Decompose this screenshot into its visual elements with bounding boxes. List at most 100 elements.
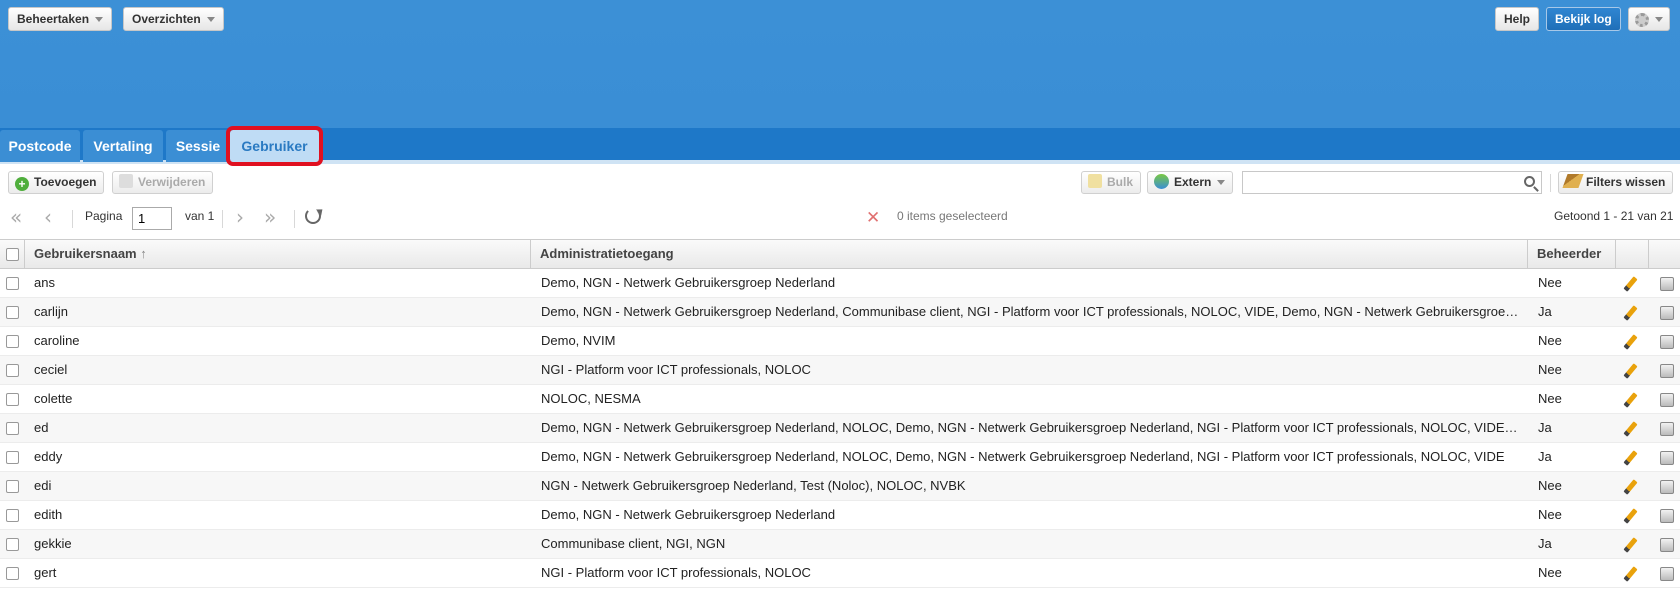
access-cell: NOLOC, NESMA bbox=[541, 391, 641, 406]
table-row[interactable]: ed Demo, NGN - Netwerk Gebruikersgroep Ne… bbox=[0, 414, 1680, 443]
clear-selection-icon[interactable]: ✕ bbox=[866, 208, 880, 228]
admin-cell: Nee bbox=[1538, 275, 1562, 290]
table-row[interactable]: edi NGN - Netwerk Gebruikersgroep Nederla… bbox=[0, 472, 1680, 501]
table-row[interactable]: colette NOLOC, NESMA Nee bbox=[0, 385, 1680, 414]
last-page-icon[interactable]: » bbox=[264, 207, 276, 227]
settings-menu-button[interactable] bbox=[1628, 7, 1670, 31]
admin-cell: Nee bbox=[1538, 362, 1562, 377]
trash-icon[interactable] bbox=[1660, 451, 1674, 465]
trash-icon[interactable] bbox=[1660, 393, 1674, 407]
table-row[interactable]: caroline Demo, NVIM Nee bbox=[0, 327, 1680, 356]
username-cell: edith bbox=[34, 507, 63, 522]
tab-sessie[interactable]: Sessie bbox=[166, 130, 230, 162]
admin-cell: Ja bbox=[1538, 304, 1552, 319]
edit-icon[interactable] bbox=[1623, 392, 1638, 408]
edit-icon[interactable] bbox=[1623, 479, 1638, 495]
tab-gebruiker[interactable]: Gebruiker bbox=[226, 126, 323, 166]
beheertaken-label: Beheertaken bbox=[17, 12, 90, 26]
sort-asc-icon: ↑ bbox=[140, 246, 147, 261]
admin-cell: Ja bbox=[1538, 449, 1552, 464]
tab-vertaling[interactable]: Vertaling bbox=[83, 130, 163, 162]
username-cell: edi bbox=[34, 478, 52, 493]
add-label: Toevoegen bbox=[34, 175, 97, 189]
bulk-button[interactable]: Bulk bbox=[1081, 171, 1142, 194]
table-row[interactable]: gert NGI - Platform voor ICT professional… bbox=[0, 559, 1680, 588]
trash-icon[interactable] bbox=[1660, 538, 1674, 552]
edit-icon[interactable] bbox=[1623, 363, 1638, 379]
edit-icon[interactable] bbox=[1623, 305, 1638, 321]
access-cell: Demo, NGN - Netwerk Gebruikersgroep Nede… bbox=[541, 507, 836, 522]
pager-divider bbox=[72, 210, 73, 228]
edit-icon[interactable] bbox=[1623, 508, 1638, 524]
admin-cell: Nee bbox=[1538, 333, 1562, 348]
trash-icon[interactable] bbox=[1660, 422, 1674, 436]
edit-icon[interactable] bbox=[1623, 276, 1638, 292]
search-input[interactable] bbox=[1243, 172, 1513, 193]
edit-icon[interactable] bbox=[1623, 421, 1638, 437]
search-icon[interactable] bbox=[1524, 176, 1535, 187]
prev-page-icon[interactable]: ‹ bbox=[44, 207, 52, 227]
view-log-button[interactable]: Bekijk log bbox=[1546, 7, 1621, 31]
delete-label: Verwijderen bbox=[138, 175, 206, 189]
row-checkbox[interactable] bbox=[6, 422, 19, 435]
trash-icon[interactable] bbox=[1660, 335, 1674, 349]
column-label-username: Gebruikersnaam bbox=[34, 246, 137, 261]
access-cell: Demo, NVIM bbox=[541, 333, 616, 348]
tab-postcode[interactable]: Postcode bbox=[0, 130, 80, 162]
trash-icon[interactable] bbox=[1660, 509, 1674, 523]
refresh-icon[interactable] bbox=[305, 208, 321, 224]
add-button[interactable]: + Toevoegen bbox=[8, 171, 105, 194]
pager-divider bbox=[294, 210, 295, 228]
trash-icon[interactable] bbox=[1660, 306, 1674, 320]
beheertaken-menu-button[interactable]: Beheertaken bbox=[8, 7, 113, 31]
access-cell: Demo, NGN - Netwerk Gebruikersgroep Nede… bbox=[541, 420, 1519, 435]
table-row[interactable]: carlijn Demo, NGN - Netwerk Gebruikersgro… bbox=[0, 298, 1680, 327]
row-checkbox[interactable] bbox=[6, 393, 19, 406]
first-page-icon[interactable]: « bbox=[10, 207, 22, 227]
row-checkbox[interactable] bbox=[6, 509, 19, 522]
row-checkbox[interactable] bbox=[6, 335, 19, 348]
column-header-access[interactable]: Administratietoegang bbox=[531, 240, 1528, 268]
edit-icon[interactable] bbox=[1623, 566, 1638, 582]
trash-icon[interactable] bbox=[1660, 480, 1674, 494]
row-checkbox[interactable] bbox=[6, 451, 19, 464]
caret-down-icon bbox=[1655, 17, 1663, 23]
row-checkbox[interactable] bbox=[6, 538, 19, 551]
trash-icon[interactable] bbox=[1660, 567, 1674, 581]
column-header-username[interactable]: Gebruikersnaam ↑ bbox=[25, 240, 531, 268]
row-checkbox[interactable] bbox=[6, 567, 19, 580]
table-header: Gebruikersnaam ↑ Administratietoegang Be… bbox=[0, 239, 1680, 269]
next-page-icon[interactable]: › bbox=[236, 207, 244, 227]
username-cell: carlijn bbox=[34, 304, 68, 319]
bulk-icon bbox=[1088, 174, 1102, 188]
row-checkbox[interactable] bbox=[6, 364, 19, 377]
clear-filters-button[interactable]: Filters wissen bbox=[1558, 171, 1674, 194]
table-row[interactable]: ans Demo, NGN - Netwerk Gebruikersgroep N… bbox=[0, 269, 1680, 298]
trash-icon[interactable] bbox=[1660, 364, 1674, 378]
overzichten-menu-button[interactable]: Overzichten bbox=[123, 7, 224, 31]
column-header-admin[interactable]: Beheerder bbox=[1528, 240, 1616, 268]
table-row[interactable]: gekkie Communibase client, NGI, NGN Ja bbox=[0, 530, 1680, 559]
username-cell: colette bbox=[34, 391, 73, 406]
extern-menu-button[interactable]: Extern bbox=[1147, 171, 1234, 194]
app-header: Beheertaken Overzichten Help Bekijk log bbox=[0, 0, 1680, 128]
pager-divider bbox=[222, 210, 223, 228]
gear-icon bbox=[1635, 12, 1649, 27]
page-number-input[interactable] bbox=[132, 207, 172, 230]
edit-icon[interactable] bbox=[1623, 334, 1638, 350]
row-checkbox[interactable] bbox=[6, 480, 19, 493]
help-button[interactable]: Help bbox=[1495, 7, 1540, 31]
edit-icon[interactable] bbox=[1623, 537, 1638, 553]
row-checkbox[interactable] bbox=[6, 277, 19, 290]
select-all-checkbox[interactable] bbox=[6, 248, 19, 261]
edit-icon[interactable] bbox=[1623, 450, 1638, 466]
table-row[interactable]: eddy Demo, NGN - Netwerk Gebruikersgroep … bbox=[0, 443, 1680, 472]
table-row[interactable]: edith Demo, NGN - Netwerk Gebruikersgroep… bbox=[0, 501, 1680, 530]
trash-icon[interactable] bbox=[1660, 277, 1674, 291]
selection-count: 0 items geselecteerd bbox=[897, 209, 1008, 223]
select-all-cell bbox=[0, 240, 25, 268]
table-row[interactable]: ceciel NGI - Platform voor ICT profession… bbox=[0, 356, 1680, 385]
row-checkbox[interactable] bbox=[6, 306, 19, 319]
admin-cell: Nee bbox=[1538, 507, 1562, 522]
delete-button[interactable]: Verwijderen bbox=[112, 171, 214, 194]
